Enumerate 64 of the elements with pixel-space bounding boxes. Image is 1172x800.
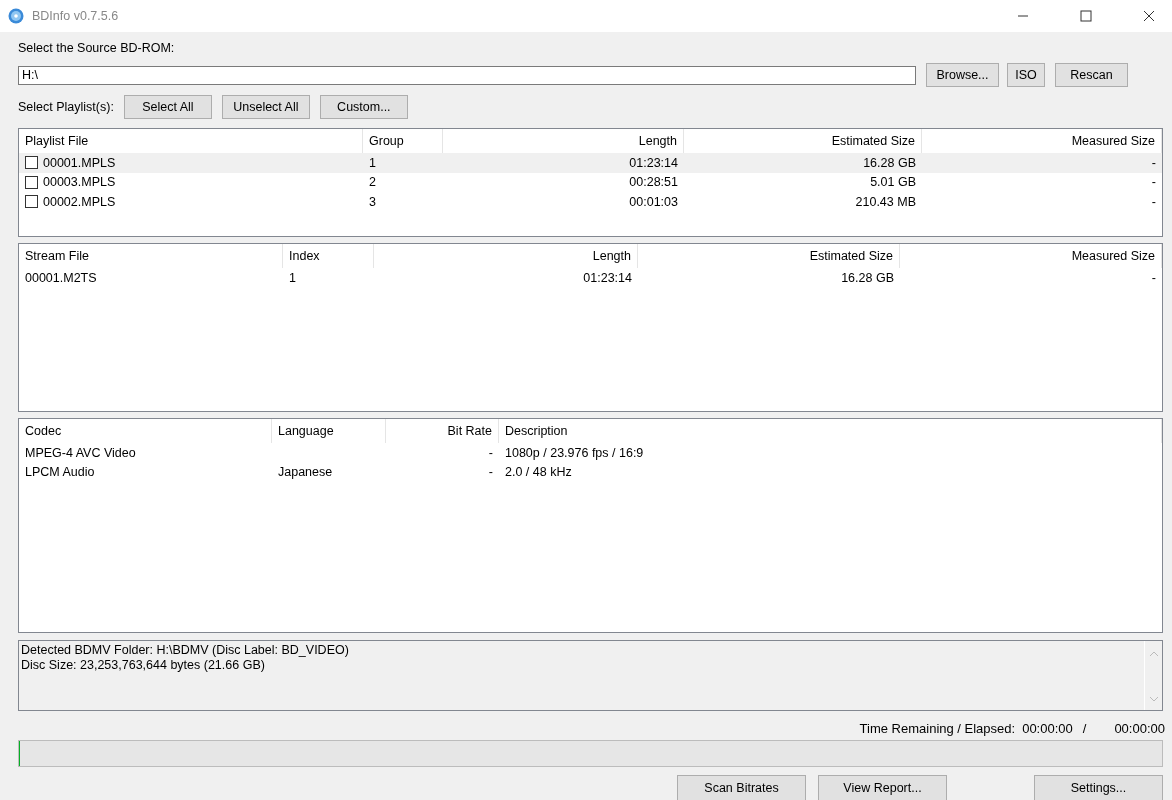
table-cell: 16.28 GB [841, 270, 894, 285]
playlist-row[interactable]: 00001.MPLS 1 01:23:14 16.28 GB - [19, 153, 1162, 173]
table-cell: 00002.MPLS [43, 194, 116, 209]
column-header[interactable]: Estimated Size [638, 244, 900, 268]
table-cell: 00001.MPLS [43, 155, 116, 170]
action-button[interactable]: Scan Bitrates [677, 775, 806, 800]
table-cell: - [1151, 194, 1156, 209]
playlist-button[interactable]: Select All [123, 95, 212, 119]
maximize-icon[interactable] [1080, 10, 1092, 22]
close-icon[interactable] [1143, 10, 1155, 22]
table-cell: - [1151, 270, 1156, 285]
log-line: Detected BDMV Folder: H:\BDMV (Disc Label: BD_VIDEO) [21, 643, 350, 658]
disc-icon [8, 8, 24, 24]
table-cell: 1080p / 23.976 fps / 16:9 [505, 445, 644, 460]
table-cell: 16.28 GB [863, 155, 916, 170]
window-title: BDInfo v0.7.5.6 [32, 9, 119, 23]
column-header[interactable]: Measured Size [900, 244, 1162, 268]
table-cell: 00001.M2TS [25, 270, 97, 285]
column-header[interactable]: Language [272, 419, 386, 443]
column-header[interactable]: Description [499, 419, 1162, 443]
playlist-row[interactable]: 00002.MPLS 3 00:01:03 210.43 MB - [19, 192, 1162, 212]
table-cell: 5.01 GB [870, 175, 916, 190]
table-cell: 01:23:14 [629, 155, 678, 170]
column-header[interactable]: Index [283, 244, 374, 268]
column-header[interactable]: Codec [19, 419, 272, 443]
playlist-row[interactable]: 00003.MPLS 2 00:28:51 5.01 GB - [19, 172, 1162, 192]
playlist-select-label: Select Playlist(s): [18, 100, 114, 114]
table-cell: LPCM Audio [25, 465, 95, 480]
action-button[interactable]: View Report... [818, 775, 947, 800]
table-cell: 210.43 MB [855, 194, 916, 209]
column-header[interactable]: Length [374, 244, 638, 268]
table-cell: 00:01:03 [629, 194, 678, 209]
time-elapsed: 00:00:00 [1114, 720, 1165, 736]
checkbox[interactable] [25, 156, 38, 170]
time-separator: / [1082, 720, 1087, 736]
log-line: Disc Size: 23,253,763,644 bytes (21.66 GB) [21, 658, 266, 673]
time-label: Time Remaining / Elapsed: [859, 720, 1016, 736]
source-label: Select the Source BD-ROM: [18, 40, 176, 56]
table-cell: MPEG-4 AVC Video [25, 445, 136, 460]
source-button[interactable]: Browse... [926, 63, 999, 87]
table-cell: 3 [369, 194, 376, 209]
table-cell: - [488, 445, 493, 460]
playlist-button[interactable]: Custom... [319, 95, 408, 119]
checkbox[interactable] [25, 195, 38, 209]
time-remaining: 00:00:00 [1022, 720, 1073, 736]
table-cell: 2.0 / 48 kHz [505, 465, 572, 480]
source-button[interactable]: ISO [1007, 63, 1045, 87]
table-cell: 01:23:14 [583, 270, 632, 285]
checkbox[interactable] [25, 175, 38, 189]
table-cell: - [1151, 175, 1156, 190]
column-header[interactable]: Bit Rate [386, 419, 499, 443]
source-button[interactable]: Rescan [1055, 63, 1128, 87]
action-button[interactable]: Settings... [1034, 775, 1163, 800]
table-cell: - [488, 465, 493, 480]
table-cell: 00003.MPLS [43, 175, 116, 190]
table-cell: 1 [369, 155, 376, 170]
table-cell: Japanese [278, 465, 333, 480]
source-path-field[interactable]: H:\ [18, 65, 916, 85]
table-cell: - [1151, 155, 1156, 170]
table-cell: 00:28:51 [629, 175, 678, 190]
playlist-button[interactable]: Unselect All [221, 95, 310, 119]
table-cell: 2 [369, 175, 376, 190]
table-cell: 1 [289, 270, 296, 285]
column-header[interactable]: Stream File [19, 244, 283, 268]
